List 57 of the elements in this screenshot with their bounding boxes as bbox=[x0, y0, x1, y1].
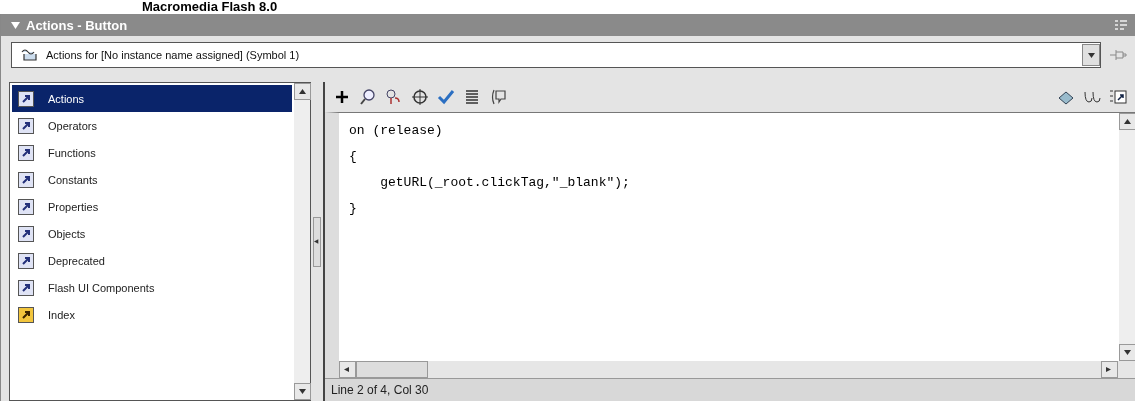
add-icon[interactable] bbox=[333, 88, 351, 106]
target-icon[interactable] bbox=[411, 88, 429, 106]
script-icon bbox=[20, 48, 38, 62]
collapse-icon[interactable] bbox=[11, 21, 20, 29]
toolbox-label: Deprecated bbox=[48, 254, 105, 267]
toolbox-label: Properties bbox=[48, 200, 99, 213]
down-arrow-icon bbox=[1124, 350, 1131, 355]
toolbox-label: Flash UI Components bbox=[48, 281, 155, 294]
status-bar: Line 2 of 4, Col 30 bbox=[325, 378, 1135, 401]
toolbox-item[interactable]: Actions bbox=[12, 85, 292, 112]
down-arrow-icon bbox=[299, 389, 306, 394]
caption: Macromedia Flash 8.0 bbox=[141, 0, 279, 14]
toolbox-label: Index bbox=[48, 308, 75, 321]
caret-icon bbox=[1087, 52, 1095, 58]
toolbox-label: Constants bbox=[48, 173, 98, 186]
target-dropdown[interactable]: Actions for [No instance name assigned] (Symbol 1) bbox=[11, 42, 1101, 68]
book-icon bbox=[18, 252, 34, 269]
toolbox-label: Actions bbox=[48, 92, 85, 105]
check-icon[interactable] bbox=[437, 88, 455, 106]
book-icon bbox=[18, 90, 34, 107]
horizontal-scrollbar[interactable] bbox=[339, 361, 1135, 378]
script-editor[interactable]: on (release) { getURL(_root.clickTag,"_blank"); } bbox=[325, 112, 1135, 378]
panel-title: Actions - Button bbox=[26, 17, 129, 33]
code-line: getURL(_root.clickTag,"_blank"); bbox=[379, 174, 631, 192]
code-line: } bbox=[349, 200, 358, 218]
search-icon[interactable] bbox=[359, 88, 377, 106]
index-icon bbox=[18, 306, 34, 323]
toolbox-item[interactable]: Operators bbox=[12, 112, 292, 139]
code-line: on (release) bbox=[349, 122, 444, 140]
toolbox-item[interactable]: Properties bbox=[12, 193, 292, 220]
toolbox-item[interactable]: Index bbox=[12, 301, 292, 328]
toolbox-item[interactable]: Flash UI Components bbox=[12, 274, 292, 301]
view-options-icon[interactable] bbox=[1109, 88, 1127, 106]
editor-vertical-scrollbar[interactable] bbox=[1119, 113, 1135, 361]
splitter-handle[interactable] bbox=[313, 216, 321, 267]
format-icon[interactable] bbox=[463, 88, 481, 106]
scrollbar-thumb[interactable] bbox=[356, 361, 428, 378]
left-arrow-icon bbox=[344, 367, 351, 372]
book-icon bbox=[18, 171, 34, 188]
toolbox-item[interactable]: Functions bbox=[12, 139, 292, 166]
toolbox-label: Functions bbox=[48, 146, 96, 159]
book-icon bbox=[18, 225, 34, 242]
book-icon bbox=[18, 279, 34, 296]
book-icon bbox=[18, 117, 34, 134]
toolbox-item[interactable]: Constants bbox=[12, 166, 292, 193]
code-line: { bbox=[349, 148, 358, 166]
toolbox-item[interactable]: Deprecated bbox=[12, 247, 292, 274]
up-arrow-icon bbox=[299, 89, 306, 94]
book-icon bbox=[18, 144, 34, 161]
book-icon bbox=[18, 198, 34, 215]
right-arrow-icon bbox=[1106, 367, 1113, 372]
vertical-scrollbar[interactable] bbox=[294, 83, 310, 400]
up-arrow-icon bbox=[1124, 119, 1131, 124]
toolbox-label: Operators bbox=[48, 119, 97, 132]
collapse-arrow-icon bbox=[314, 239, 320, 244]
toolbox-item[interactable]: Objects bbox=[12, 220, 292, 247]
toolbox-label: Objects bbox=[48, 227, 86, 240]
